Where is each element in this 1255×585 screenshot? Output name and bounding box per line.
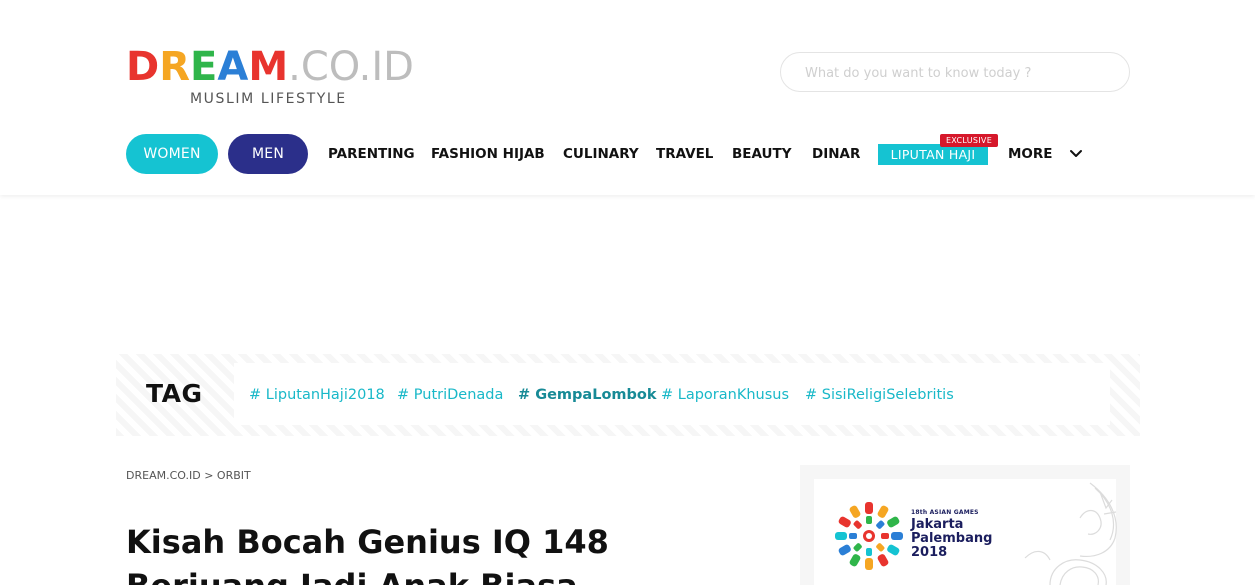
nav-item-travel[interactable]: TRAVEL: [656, 134, 713, 174]
nav-item-dinar[interactable]: DINAR: [812, 134, 860, 174]
nav-item-fashion-hijab[interactable]: FASHION HIJAB: [431, 134, 545, 174]
logo-wordmark: DREAM.CO.ID: [126, 46, 414, 88]
logo-letter-e: E: [190, 44, 218, 90]
logo-suffix: .CO.ID: [288, 44, 414, 90]
logo-tagline: MUSLIM LIFESTYLE: [190, 91, 347, 107]
tag-link-sisireligiselebritis[interactable]: # SisiReligiSelebritis: [805, 386, 954, 404]
asian-games-edition: 18th ASIAN GAMES: [911, 509, 979, 516]
breadcrumb-home[interactable]: DREAM.CO.ID: [126, 469, 201, 482]
tag-link-gempalombok[interactable]: # GempaLombok: [518, 386, 657, 404]
asian-games-city-1: Jakarta: [911, 517, 964, 532]
breadcrumb-separator: >: [204, 469, 214, 482]
nav-item-beauty[interactable]: BEAUTY: [732, 134, 792, 174]
tag-link-liputanhaji2018[interactable]: # LiputanHaji2018: [249, 386, 385, 404]
asian-games-emblem-icon: [835, 502, 903, 570]
batik-ornament-icon: [1024, 482, 1117, 585]
breadcrumb-section[interactable]: ORBIT: [217, 469, 251, 482]
tag-title: TAG: [146, 379, 203, 408]
asian-games-year: 2018: [911, 545, 948, 560]
exclusive-badge: EXCLUSIVE: [940, 134, 998, 147]
nav-men-button[interactable]: MEN: [228, 134, 308, 174]
nav-women-button[interactable]: WOMEN: [126, 134, 218, 174]
nav-item-culinary[interactable]: CULINARY: [563, 134, 639, 174]
nav-item-more[interactable]: MORE: [1008, 134, 1053, 174]
logo-letter-d: D: [126, 44, 160, 90]
chevron-down-icon[interactable]: [1068, 146, 1084, 162]
tag-link-laporankhusus[interactable]: # LaporanKhusus: [661, 386, 789, 404]
nav-item-parenting[interactable]: PARENTING: [328, 134, 415, 174]
breadcrumb: DREAM.CO.ID > ORBIT: [126, 469, 251, 482]
search-box[interactable]: [780, 52, 1130, 92]
logo-letter-m: M: [248, 44, 289, 90]
logo-letter-a: A: [217, 44, 249, 90]
asian-games-city-2: Palembang: [911, 531, 993, 546]
logo-letter-r: R: [159, 44, 191, 90]
main-nav: WOMEN MEN PARENTING FASHION HIJAB CULINA…: [126, 134, 1106, 174]
article-headline: Kisah Bocah Genius IQ 148 Berjuang Jadi …: [126, 523, 609, 585]
search-input[interactable]: [805, 63, 1105, 83]
dream-logo[interactable]: DREAM.CO.ID MUSLIM LIFESTYLE: [126, 46, 426, 110]
nav-item-liputan-haji[interactable]: LIPUTAN HAJI: [878, 144, 988, 165]
tag-link-putridenada[interactable]: # PutriDenada: [397, 386, 503, 404]
site-header: DREAM.CO.ID MUSLIM LIFESTYLE WOMEN MEN P…: [0, 0, 1255, 195]
